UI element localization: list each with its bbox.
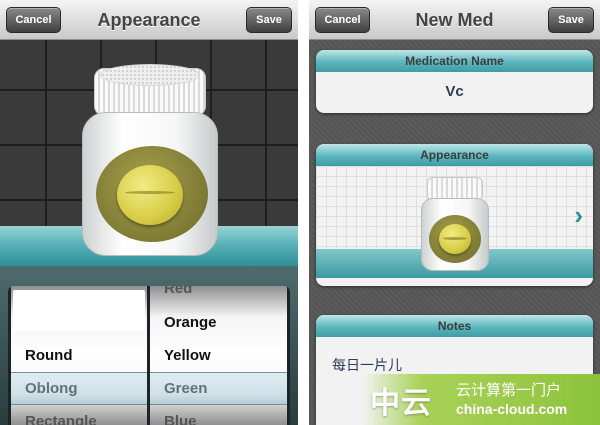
medication-name-value[interactable]: Vc [316, 72, 593, 100]
pill-groove [442, 237, 468, 241]
shape-option-blank[interactable] [13, 290, 145, 331]
pill-bottle-preview [82, 64, 218, 258]
appearance-card[interactable]: Appearance › [316, 144, 593, 286]
notes-value[interactable]: 每日一片儿 [316, 337, 593, 375]
bottle-cap-top [100, 64, 200, 86]
watermark-domain: china-cloud.com [456, 401, 568, 417]
color-option-selected[interactable]: Green [150, 372, 287, 405]
appearance-header: Appearance [316, 144, 593, 166]
save-button[interactable]: Save [548, 7, 594, 33]
color-option[interactable]: Orange [150, 306, 287, 339]
shape-option[interactable]: Rectangle [11, 405, 147, 425]
appearance-picker: Round Oblong Rectangle Red Orange Yellow… [0, 266, 298, 425]
color-option[interactable]: Yellow [150, 339, 287, 372]
pill-icon [117, 165, 183, 225]
shape-wheel[interactable]: Round Oblong Rectangle [11, 286, 147, 425]
watermark-logo: 中云 云计算第一门户 china-cloud.com [362, 374, 600, 425]
appearance-screen: Round Oblong Rectangle Red Orange Yellow… [0, 0, 298, 425]
color-option[interactable]: Red [150, 286, 287, 305]
cancel-button[interactable]: Cancel [315, 7, 370, 33]
medication-name-card[interactable]: Medication Name Vc [316, 50, 593, 113]
color-option[interactable]: Blue [150, 405, 287, 425]
watermark-tagline: 云计算第一门户 [456, 381, 562, 399]
pill-bottle-thumbnail [421, 177, 489, 273]
cancel-button[interactable]: Cancel [6, 7, 61, 33]
watermark-brand: 中云 [370, 386, 432, 421]
new-med-nav-bar: Cancel New Med Save [309, 0, 600, 40]
save-button[interactable]: Save [246, 7, 292, 33]
medication-name-header: Medication Name [316, 50, 593, 72]
pill-groove [124, 191, 176, 195]
color-wheel[interactable]: Red Orange Yellow Green Blue [150, 286, 287, 425]
notes-header: Notes [316, 315, 593, 337]
picker-wheels: Round Oblong Rectangle Red Orange Yellow… [8, 286, 290, 425]
new-med-screen: Medication Name Vc Appearance › Notes 每日… [309, 0, 600, 425]
shape-option-selected[interactable]: Oblong [11, 372, 147, 405]
appearance-nav-bar: Cancel Appearance Save [0, 0, 298, 40]
pill-icon [439, 224, 471, 254]
shape-option[interactable]: Round [11, 339, 147, 372]
chevron-right-icon[interactable]: › [574, 202, 583, 228]
